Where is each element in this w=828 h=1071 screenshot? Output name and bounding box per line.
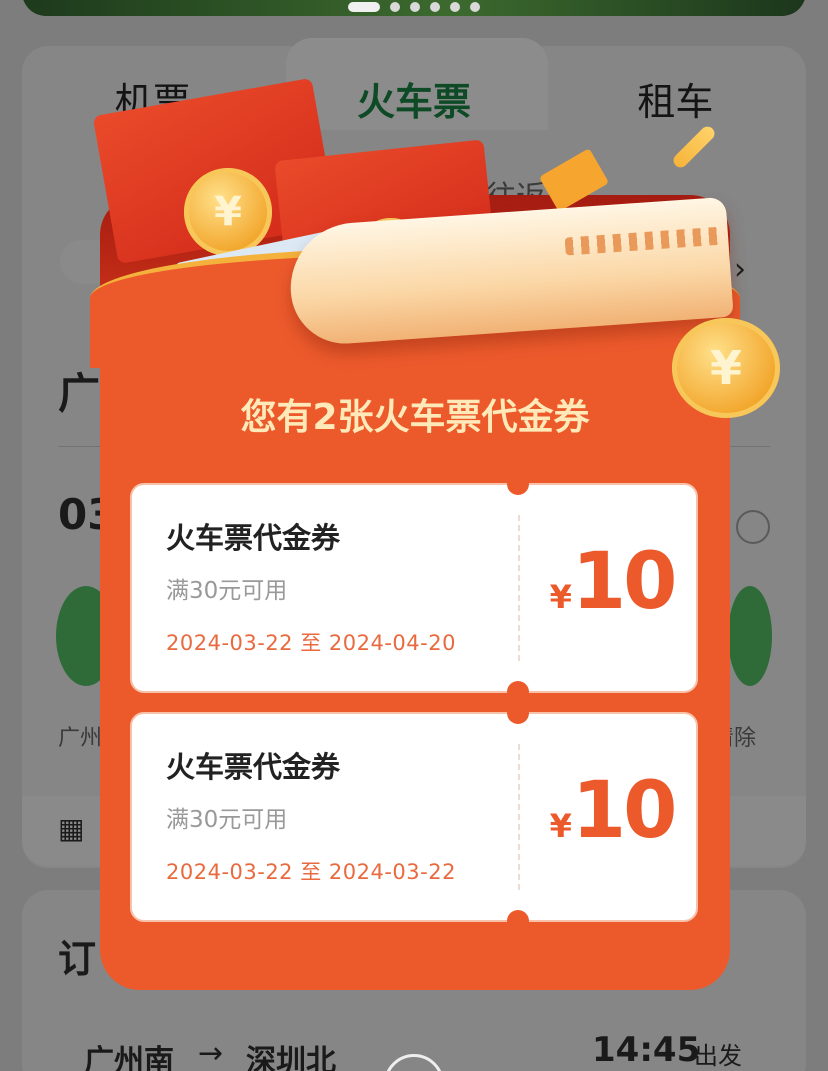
tab-car-rental[interactable]: 租车 — [545, 62, 806, 142]
coupon-divider — [518, 744, 520, 890]
coupon-value: ¥10 — [532, 537, 692, 627]
currency-symbol: ¥ — [549, 578, 572, 616]
calendar-icon[interactable]: ▦ — [58, 812, 84, 845]
currency-symbol: ¥ — [549, 807, 572, 845]
coupon-name: 火车票代金券 — [166, 750, 341, 784]
coupon-condition: 满30元可用 — [166, 807, 288, 833]
coupon-notch — [507, 473, 529, 495]
coin-icon: ¥ — [184, 168, 272, 256]
coupon-name: 火车票代金券 — [166, 521, 341, 555]
trip-from: 广州南 — [84, 1044, 174, 1071]
carousel-dot — [430, 2, 440, 12]
carousel-dot — [390, 2, 400, 12]
coupon-notch — [507, 681, 529, 703]
trip-time-suffix: 出发 — [694, 1042, 742, 1070]
carousel-dot — [450, 2, 460, 12]
chevron-right-icon[interactable]: › — [734, 252, 746, 287]
coupon-amount: 10 — [571, 537, 678, 627]
carousel-dot-active — [348, 2, 380, 12]
from-station[interactable]: 广 — [58, 360, 100, 421]
carousel-dot — [410, 2, 420, 12]
coupon-notch — [507, 910, 529, 932]
coupon-divider — [518, 515, 520, 661]
coupon-value: ¥10 — [532, 766, 692, 856]
orders-title: 订 — [58, 937, 97, 981]
carousel-indicator — [0, 2, 828, 12]
coupon-condition: 满30元可用 — [166, 578, 288, 604]
trip-to: 深圳北 — [246, 1044, 336, 1071]
coupon-card[interactable]: 火车票代金券 满30元可用 2024-03-22 至 2024-04-20 ¥1… — [130, 473, 698, 703]
arrow-right-icon: → — [198, 1036, 224, 1071]
history-item[interactable]: 广州 — [58, 720, 102, 752]
tab-train-tickets[interactable]: 火车票 — [283, 62, 544, 142]
coupon-amount: 10 — [571, 766, 678, 856]
carousel-dot — [470, 2, 480, 12]
coupon-card[interactable]: 火车票代金券 满30元可用 2024-03-22 至 2024-03-22 ¥1… — [130, 702, 698, 932]
trip-time: 14:45 — [592, 1030, 701, 1070]
checkbox[interactable] — [736, 510, 770, 544]
coupon-date-range: 2024-03-22 至 2024-04-20 — [166, 631, 456, 655]
popup-title: 您有2张火车票代金券 — [240, 397, 590, 438]
coupon-date-range: 2024-03-22 至 2024-03-22 — [166, 860, 456, 884]
coupon-notch — [507, 702, 529, 724]
promo-graphic-right — [728, 586, 772, 686]
